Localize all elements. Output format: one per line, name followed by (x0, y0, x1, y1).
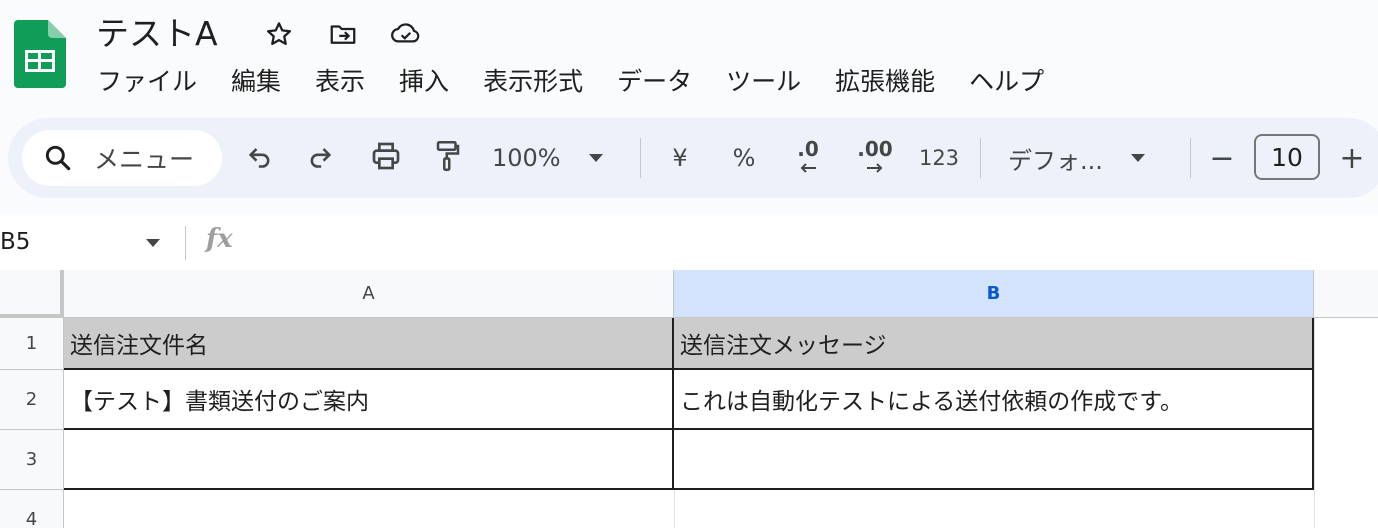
menu-edit[interactable]: 編集 (214, 62, 298, 102)
font-size-increase-button[interactable]: + (1334, 138, 1370, 178)
print-button[interactable] (364, 138, 408, 178)
arrow-right-icon (865, 159, 885, 178)
document-title[interactable]: テストA (96, 12, 218, 56)
search-icon (42, 141, 76, 175)
cloud-saved-icon[interactable] (390, 18, 422, 50)
formula-bar-divider (185, 226, 186, 260)
currency-format-button[interactable]: ¥ (664, 138, 696, 178)
increase-decimal-label: .00 (857, 136, 893, 161)
row-header-1[interactable]: 1 (0, 318, 64, 370)
minus-icon: − (1209, 140, 1235, 176)
formula-bar: B5 fx (0, 214, 1378, 270)
star-icon[interactable] (263, 18, 295, 50)
row-header-3[interactable]: 3 (0, 430, 64, 490)
cell-a2[interactable]: 【テスト】書類送付のご案内 (64, 370, 674, 430)
redo-icon (306, 142, 334, 174)
font-family-select[interactable]: デフォ... (1008, 138, 1168, 178)
chevron-down-icon (1129, 149, 1147, 168)
cell-a3[interactable] (64, 430, 674, 490)
plus-icon: + (1339, 140, 1365, 176)
number-format-label: 123 (918, 146, 960, 170)
menu-tools[interactable]: ツール (709, 62, 818, 102)
paint-format-icon (433, 139, 463, 177)
toolbar-divider (1190, 138, 1191, 178)
row-header-2[interactable]: 2 (0, 370, 64, 430)
percent-format-button[interactable]: % (726, 138, 762, 178)
menu-data[interactable]: データ (600, 62, 709, 102)
number-format-button[interactable]: 123 (914, 138, 964, 178)
font-size-input[interactable]: 10 (1254, 134, 1320, 180)
cell-a1[interactable]: 送信注文件名 (64, 318, 674, 370)
font-family-value: デフォ... (1008, 146, 1103, 175)
menu-insert[interactable]: 挿入 (382, 62, 466, 102)
undo-icon (246, 142, 274, 174)
decrease-decimal-button[interactable]: .0 (786, 138, 830, 178)
cell-b2[interactable]: これは自動化テストによる送付依頼の作成です。 (674, 370, 1314, 430)
column-header-b[interactable]: B (674, 270, 1314, 318)
decrease-decimal-label: .0 (797, 136, 819, 161)
sheet-grid: A B 1 2 3 4 送信注文件名 送信注文メッセージ 【テスト】書類送付のご… (0, 270, 1378, 528)
name-box-value: B5 (0, 229, 31, 255)
increase-decimal-button[interactable]: .00 (850, 138, 900, 178)
menu-search-box[interactable]: メニュー (22, 130, 222, 186)
select-all-corner[interactable] (0, 270, 64, 318)
gridline (674, 488, 675, 528)
zoom-value: 100% (492, 144, 561, 172)
paint-format-button[interactable] (428, 138, 468, 178)
column-header-empty[interactable] (1314, 270, 1378, 318)
menu-extensions[interactable]: 拡張機能 (818, 62, 952, 102)
menu-view[interactable]: 表示 (298, 62, 382, 102)
toolbar: メニュー 100% ¥ % .0 .00 123 デフォ... − 10 + (8, 118, 1378, 198)
menu-bar: ファイル 編集 表示 挿入 表示形式 データ ツール 拡張機能 ヘルプ (80, 62, 1061, 102)
fx-icon: fx (206, 224, 233, 254)
font-size-decrease-button[interactable]: − (1204, 138, 1240, 178)
column-header-a[interactable]: A (64, 270, 674, 318)
undo-button[interactable] (240, 138, 280, 178)
currency-label: ¥ (672, 144, 688, 172)
cell-b1[interactable]: 送信注文メッセージ (674, 318, 1314, 370)
toolbar-divider (640, 138, 641, 178)
percent-label: % (732, 144, 756, 172)
zoom-select[interactable]: 100% (492, 138, 632, 178)
cell-b3[interactable] (674, 430, 1314, 490)
move-folder-icon[interactable] (327, 18, 359, 50)
chevron-down-icon[interactable] (144, 234, 162, 253)
print-icon (370, 140, 402, 176)
arrow-left-icon (798, 159, 818, 178)
redo-button[interactable] (300, 138, 340, 178)
menu-file[interactable]: ファイル (80, 62, 214, 102)
sheets-logo-icon[interactable] (14, 20, 66, 88)
menu-format[interactable]: 表示形式 (466, 62, 600, 102)
search-label: メニュー (94, 145, 195, 174)
row-header-4[interactable]: 4 (0, 490, 64, 528)
chevron-down-icon (587, 149, 605, 168)
toolbar-divider (980, 138, 981, 178)
gridline (1314, 318, 1315, 528)
menu-help[interactable]: ヘルプ (952, 62, 1061, 102)
